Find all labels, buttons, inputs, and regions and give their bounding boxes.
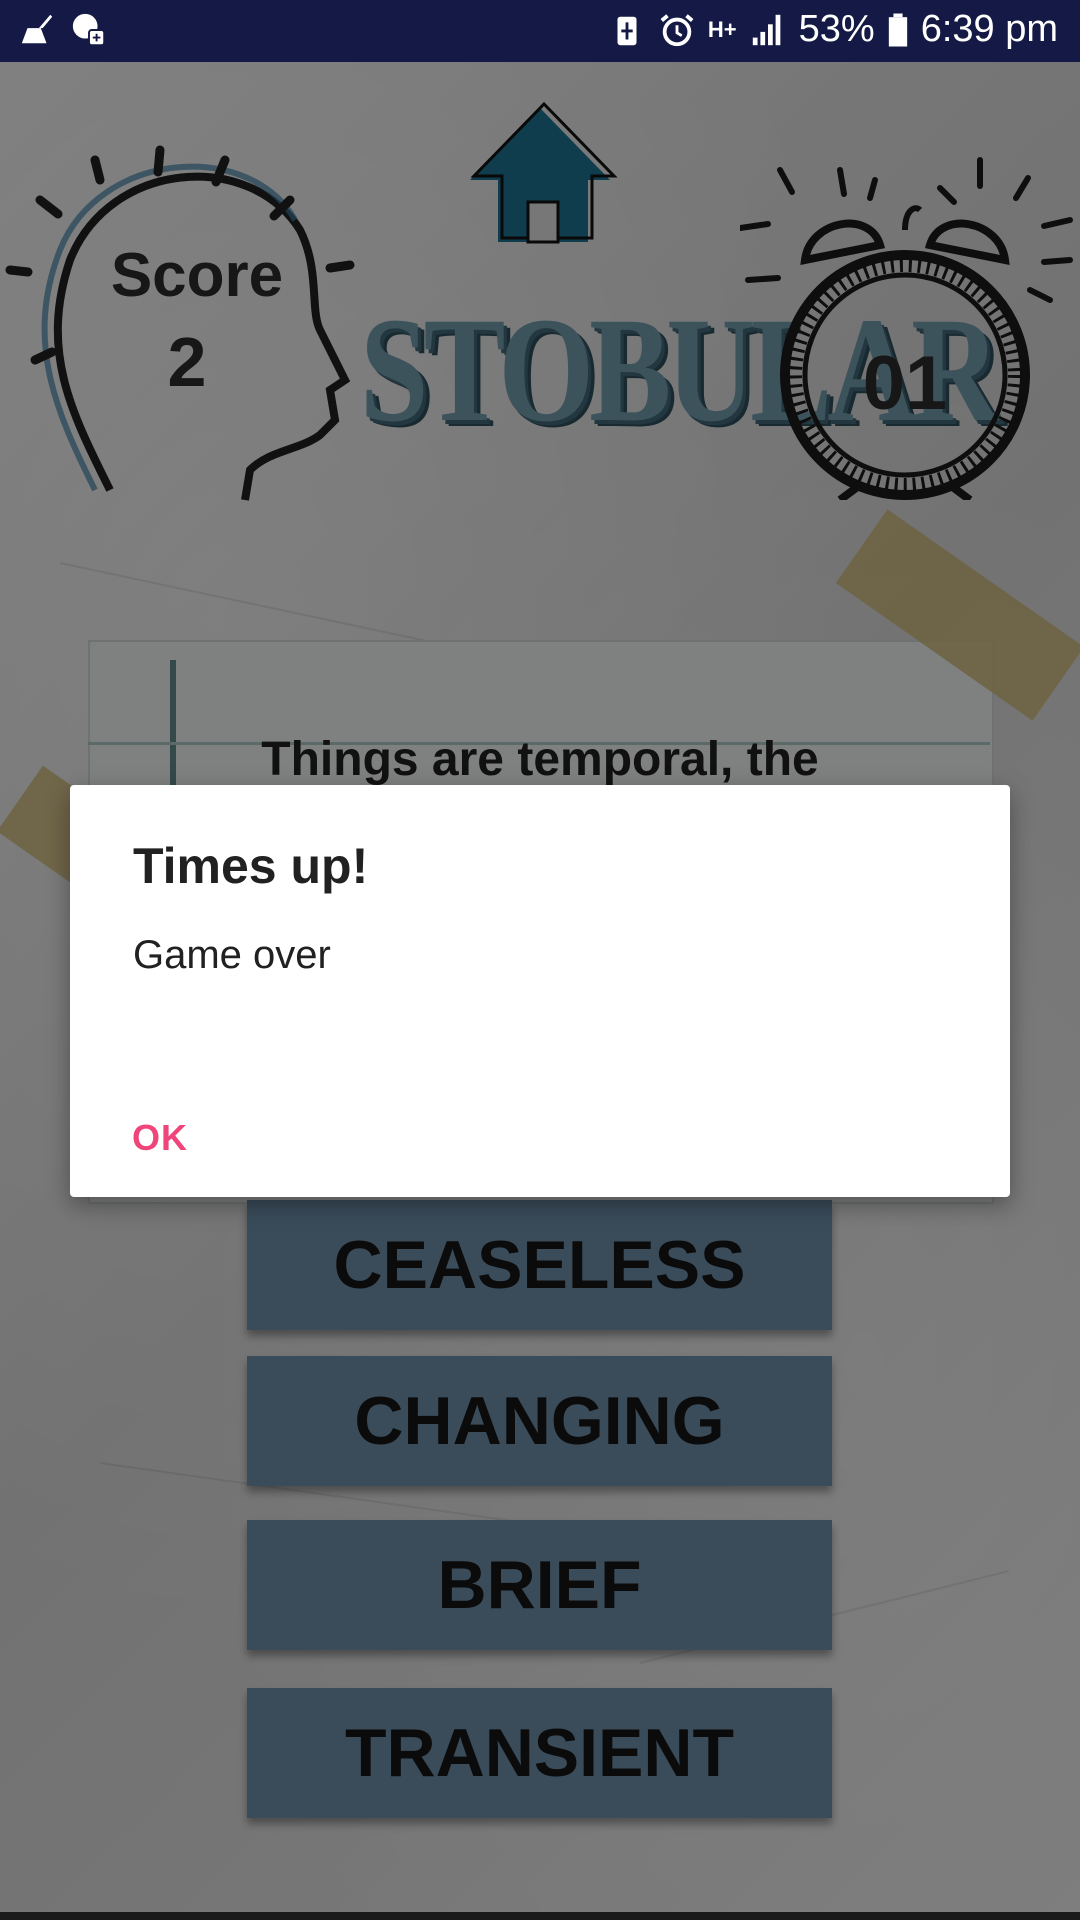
status-right-icons: H+ 53% 6:39 pm (608, 8, 1058, 51)
battery-percent: 53% (798, 8, 875, 50)
game-over-dialog: Times up! Game over OK (70, 785, 1010, 1197)
game-icon (72, 13, 106, 47)
bottom-edge (0, 1912, 1080, 1920)
network-type-label: H+ (707, 16, 737, 42)
battery-icon (888, 13, 907, 46)
clock-time: 6:39 pm (920, 8, 1058, 50)
status-bar: H+ 53% 6:39 pm (0, 0, 1080, 62)
battery-saver-icon (617, 16, 637, 45)
ok-button[interactable]: OK (132, 1103, 242, 1173)
signal-icon (752, 14, 780, 45)
alarm-icon (660, 13, 694, 46)
dialog-message: Game over (133, 933, 331, 977)
status-left-icons (18, 10, 108, 50)
dialog-title: Times up! (133, 838, 369, 894)
cleaner-icon (21, 14, 53, 44)
